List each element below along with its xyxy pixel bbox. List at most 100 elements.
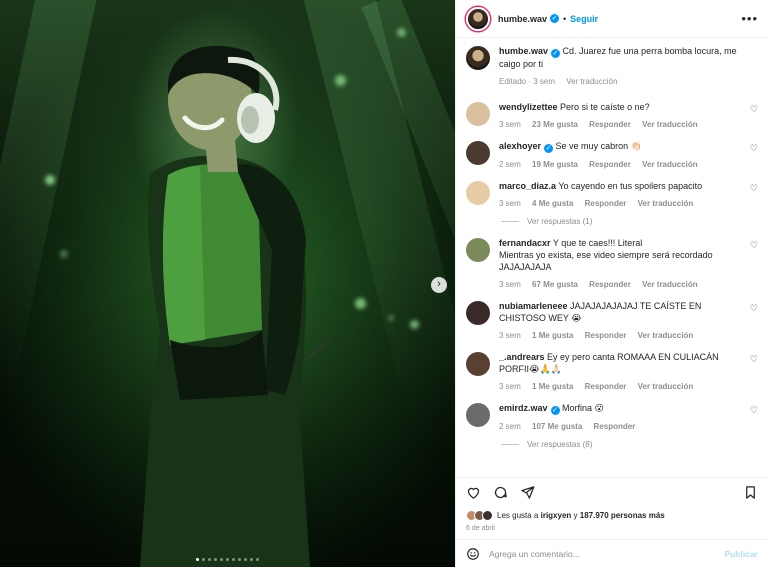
comment-likes[interactable]: 107 Me gusta [532,422,582,431]
comment: fernandacxr Y que te caes!!! Literal Mie… [466,237,758,289]
translate-link[interactable]: Ver traducción [638,331,694,340]
verified-badge-icon: ✓ [544,144,554,153]
verified-badge-icon: ✓ [550,14,560,23]
carousel-dot [226,558,229,561]
post-side-panel: humbe.wav ✓ • Seguir ••• humbe.wav ✓ Cd. … [455,0,768,567]
likes-summary[interactable]: Les gusta a irigxyen y 187.970 personas … [456,507,768,523]
comment-time: 3 sem [499,382,521,391]
caption-edited: Editado · 3 sem [499,77,556,86]
carousel-dot [250,558,253,561]
reply-button[interactable]: Responder [589,160,631,169]
comment-likes[interactable]: 19 Me gusta [532,160,578,169]
commenter-avatar[interactable] [466,181,490,205]
commenter-avatar[interactable] [466,141,490,165]
comment: nubiamarleneee JAJAJAJAJAJAJ TE CAÍSTE E… [466,300,758,340]
caption-translate-link[interactable]: Ver traducción [566,77,617,86]
reply-button[interactable]: Responder [589,280,631,289]
translate-link[interactable]: Ver traducción [638,199,694,208]
commenter-avatar[interactable] [466,102,490,126]
post-photo[interactable]: › [0,0,455,567]
reply-button[interactable]: Responder [589,120,631,129]
carousel-dot [244,558,247,561]
commenter-username[interactable]: marco_diaz.a [499,181,556,191]
comment-likes[interactable]: 23 Me gusta [532,120,578,129]
comment-heart-icon[interactable]: ♡ [750,303,758,314]
commenter-username[interactable]: alexhoyer [499,141,541,151]
likes-prefix: Les gusta a [497,510,539,520]
comment-heart-icon[interactable]: ♡ [750,143,758,154]
instagram-post: › humbe.wav ✓ • Seguir ••• humbe.wav ✓ Cd… [0,0,768,567]
carousel-dot [232,558,235,561]
comment-heart-icon[interactable]: ♡ [750,240,758,251]
carousel-dot [220,558,223,561]
likes-user[interactable]: irigxyen [541,511,572,520]
comment-likes[interactable]: 4 Me gusta [532,199,573,208]
comment-time: 2 sem [499,422,521,431]
carousel-dot [196,558,199,561]
reply-button[interactable]: Responder [585,331,627,340]
reply-button[interactable]: Responder [594,422,636,431]
commenter-avatar[interactable] [466,301,490,325]
comment-time: 3 sem [499,199,521,208]
comment-likes[interactable]: 67 Me gusta [532,280,578,289]
share-icon[interactable] [520,485,535,500]
comment-likes[interactable]: 1 Me gusta [532,331,573,340]
commenter-username[interactable]: _.andrears [499,352,545,362]
comment: alexhoyer ✓ Se ve muy cabron 👏🏻 2 sem 19 … [466,140,758,169]
commenter-username[interactable]: nubiamarleneee [499,301,568,311]
comment-icon[interactable] [493,485,508,500]
more-options-icon[interactable]: ••• [741,11,758,26]
comment-heart-icon[interactable]: ♡ [750,104,758,115]
comment-text: Se ve muy cabron 👏🏻 [555,141,642,151]
comment-text: Pero si te caíste o ne? [560,102,650,112]
publish-button[interactable]: Publicar [724,549,758,559]
translate-link[interactable]: Ver traducción [642,120,698,129]
likes-mid: y [573,510,578,520]
commenter-username[interactable]: wendylizettee [499,102,558,112]
emoji-icon[interactable] [466,547,480,561]
reply-button[interactable]: Responder [585,382,627,391]
translate-link[interactable]: Ver traducción [638,382,694,391]
comment-heart-icon[interactable]: ♡ [750,405,758,416]
carousel-dot [202,558,205,561]
commenter-avatar[interactable] [466,403,490,427]
post-date: 6 de abril [466,525,495,532]
comment-text: Morfina 😮 [562,403,604,413]
carousel-dot [256,558,259,561]
carousel-dot [208,558,211,561]
commenter-avatar[interactable] [466,238,490,262]
commenter-username[interactable]: emirdz.wav [499,403,548,413]
comment-heart-icon[interactable]: ♡ [750,354,758,365]
commenter-username[interactable]: fernandacxr [499,238,551,248]
view-replies-link[interactable]: Ver respuestas (8) [501,440,758,449]
comment-likes[interactable]: 1 Me gusta [532,382,573,391]
caption-username[interactable]: humbe.wav [499,46,548,56]
author-username[interactable]: humbe.wav [498,14,547,24]
verified-badge-icon: ✓ [551,49,561,58]
bookmark-icon[interactable] [743,485,758,500]
reply-button[interactable]: Responder [585,199,627,208]
carousel-indicator [0,558,455,561]
comment-input[interactable] [489,548,725,559]
translate-link[interactable]: Ver traducción [642,280,698,289]
author-avatar[interactable] [466,6,490,31]
action-bar [456,477,768,507]
comment: marco_diaz.a Yo cayendo en tus spoilers … [466,180,758,208]
comment-time: 3 sem [499,331,521,340]
commenter-avatar[interactable] [466,352,490,376]
view-replies-link[interactable]: Ver respuestas (1) [501,217,758,226]
translate-link[interactable]: Ver traducción [642,160,698,169]
verified-badge-icon: ✓ [550,406,560,415]
likes-count[interactable]: 187.970 personas más [580,511,665,520]
heart-icon[interactable] [466,485,481,500]
liker-avatars [466,509,493,521]
author-avatar[interactable] [466,46,490,70]
comment: emirdz.wav ✓ Morfina 😮 2 sem 107 Me gusta… [466,402,758,431]
add-comment-bar: Publicar [456,539,768,567]
comment-heart-icon[interactable]: ♡ [750,183,758,194]
next-slide-button[interactable]: › [431,277,447,293]
follow-button[interactable]: Seguir [570,14,598,24]
carousel-dot [214,558,217,561]
comment-time: 3 sem [499,120,521,129]
comments-list[interactable]: humbe.wav ✓ Cd. Juarez fue una perra bomb… [456,38,768,477]
